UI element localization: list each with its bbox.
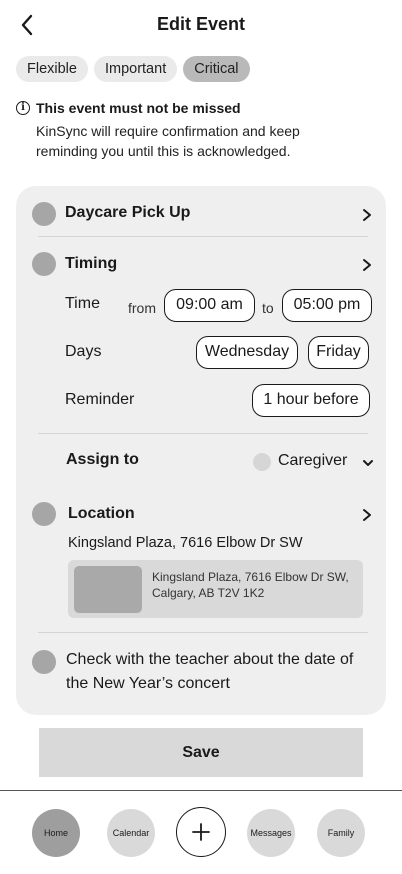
plus-icon bbox=[192, 823, 210, 841]
day-chip-wednesday[interactable]: Wednesday bbox=[196, 336, 298, 369]
caregiver-avatar bbox=[253, 453, 271, 471]
save-button[interactable]: Save bbox=[39, 728, 363, 777]
header: Edit Event bbox=[0, 0, 402, 50]
assign-label: Assign to bbox=[66, 451, 139, 468]
critical-notice: i This event must not be missed KinSync … bbox=[16, 100, 386, 161]
notice-body: KinSync will require confirmation and ke… bbox=[36, 123, 300, 159]
chevron-down-icon bbox=[363, 460, 373, 466]
chevron-right-icon[interactable] bbox=[359, 257, 375, 273]
nav-home[interactable]: Home bbox=[32, 809, 80, 857]
note-dot bbox=[32, 650, 56, 674]
from-word: from bbox=[128, 300, 156, 316]
chip-important[interactable]: Important bbox=[93, 56, 178, 82]
nav-family[interactable]: Family bbox=[317, 809, 365, 857]
reminder-field[interactable]: 1 hour before bbox=[252, 384, 370, 417]
location-address: Kingsland Plaza, 7616 Elbow Dr SW bbox=[68, 535, 303, 551]
divider bbox=[38, 433, 368, 434]
timing-dot bbox=[32, 252, 56, 276]
reminder-label: Reminder bbox=[65, 391, 135, 408]
assign-value: Caregiver bbox=[278, 452, 348, 469]
event-name-dot bbox=[32, 202, 56, 226]
priority-chips: Flexible Important Critical bbox=[16, 56, 250, 82]
time-label: Time bbox=[65, 295, 100, 312]
add-button[interactable] bbox=[176, 807, 226, 857]
divider bbox=[38, 632, 368, 633]
event-name[interactable]: Daycare Pick Up bbox=[65, 204, 190, 222]
event-card: Daycare Pick Up Timing Time from 09:00 a… bbox=[16, 186, 386, 715]
event-note[interactable]: Check with the teacher about the date of… bbox=[66, 648, 366, 696]
days-label: Days bbox=[65, 343, 102, 360]
map-preview[interactable]: Kingsland Plaza, 7616 Elbow Dr SW, Calga… bbox=[68, 560, 363, 618]
map-thumbnail bbox=[74, 566, 142, 613]
location-dot bbox=[32, 502, 56, 526]
end-time-field[interactable]: 05:00 pm bbox=[282, 289, 372, 322]
to-word: to bbox=[262, 300, 274, 316]
start-time-field[interactable]: 09:00 am bbox=[164, 289, 255, 322]
location-title[interactable]: Location bbox=[68, 505, 135, 523]
nav-divider bbox=[0, 790, 402, 791]
map-address: Kingsland Plaza, 7616 Elbow Dr SW, Calga… bbox=[152, 570, 349, 600]
chevron-right-icon[interactable] bbox=[359, 507, 375, 523]
info-icon: i bbox=[16, 101, 30, 115]
chevron-right-icon[interactable] bbox=[359, 207, 375, 223]
notice-heading: This event must not be missed bbox=[36, 100, 241, 116]
timing-title[interactable]: Timing bbox=[65, 255, 117, 273]
day-chip-friday[interactable]: Friday bbox=[308, 336, 369, 369]
nav-messages[interactable]: Messages bbox=[247, 809, 295, 857]
divider bbox=[38, 236, 368, 237]
assign-dropdown[interactable]: Caregiver bbox=[252, 450, 374, 474]
nav-calendar[interactable]: Calendar bbox=[107, 809, 155, 857]
page-title: Edit Event bbox=[156, 14, 245, 34]
chip-flexible[interactable]: Flexible bbox=[16, 56, 88, 82]
chip-critical[interactable]: Critical bbox=[183, 56, 250, 82]
